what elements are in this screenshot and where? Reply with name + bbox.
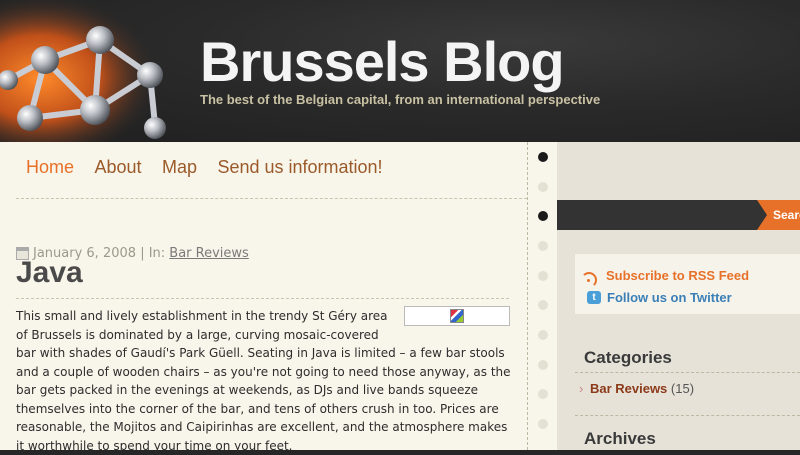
nav-item-send-info[interactable]: Send us information! [217,157,382,177]
site-title[interactable]: Brussels Blog [200,30,565,94]
rss-icon [581,270,599,288]
title-divider [16,298,509,299]
post-body: This small and lively establishment in t… [16,306,511,455]
post-image-placeholder[interactable] [404,306,510,326]
binding-hole [538,241,548,251]
main-content: Home About Map Send us information! Janu… [0,142,527,453]
site-tagline: The best of the Belgian capital, from an… [200,92,601,107]
rss-feed-link[interactable]: Subscribe to RSS Feed [581,268,750,288]
twitter-label: Follow us on Twitter [607,290,732,305]
category-count: (15) [670,381,695,396]
category-item: Bar Reviews (15) [579,381,694,396]
search-button[interactable]: Search [757,200,800,230]
binding-hole [538,360,548,370]
rss-feed-label: Subscribe to RSS Feed [606,268,750,283]
spiral-binding [527,142,558,450]
binding-hole [538,389,548,399]
site-header: Brussels Blog The best of the Belgian ca… [0,0,800,142]
post-title[interactable]: Java [16,256,83,290]
post-category-link[interactable]: Bar Reviews [169,246,249,261]
broken-image-icon [450,309,464,323]
categories-divider [575,372,800,373]
category-link[interactable]: Bar Reviews [590,381,667,396]
binding-hole [538,419,548,429]
nav-item-about[interactable]: About [94,157,141,177]
binding-hole [538,330,548,340]
post-body-text: This small and lively establishment in t… [16,309,511,453]
twitter-link[interactable]: t Follow us on Twitter [587,290,732,305]
binding-hole [538,271,548,281]
main-nav: Home About Map Send us information! [26,157,399,178]
nav-item-home[interactable]: Home [26,157,74,177]
nav-divider [16,198,527,199]
binding-hole [538,182,548,192]
search-bar: Search [557,200,800,230]
feed-box: Subscribe to RSS Feed t Follow us on Twi… [575,254,800,314]
binding-hole [538,152,548,162]
nav-item-map[interactable]: Map [162,157,197,177]
atomium-logo-icon[interactable] [0,0,200,142]
archives-title: Archives [584,429,656,448]
binding-hole [538,211,548,221]
twitter-icon: t [587,291,601,304]
archives-divider [575,415,800,416]
post-in-label: | In: [140,246,166,261]
binding-hole [538,300,548,310]
sidebar: Search Subscribe to RSS Feed t Follow us… [557,142,800,450]
categories-title: Categories [584,348,672,367]
